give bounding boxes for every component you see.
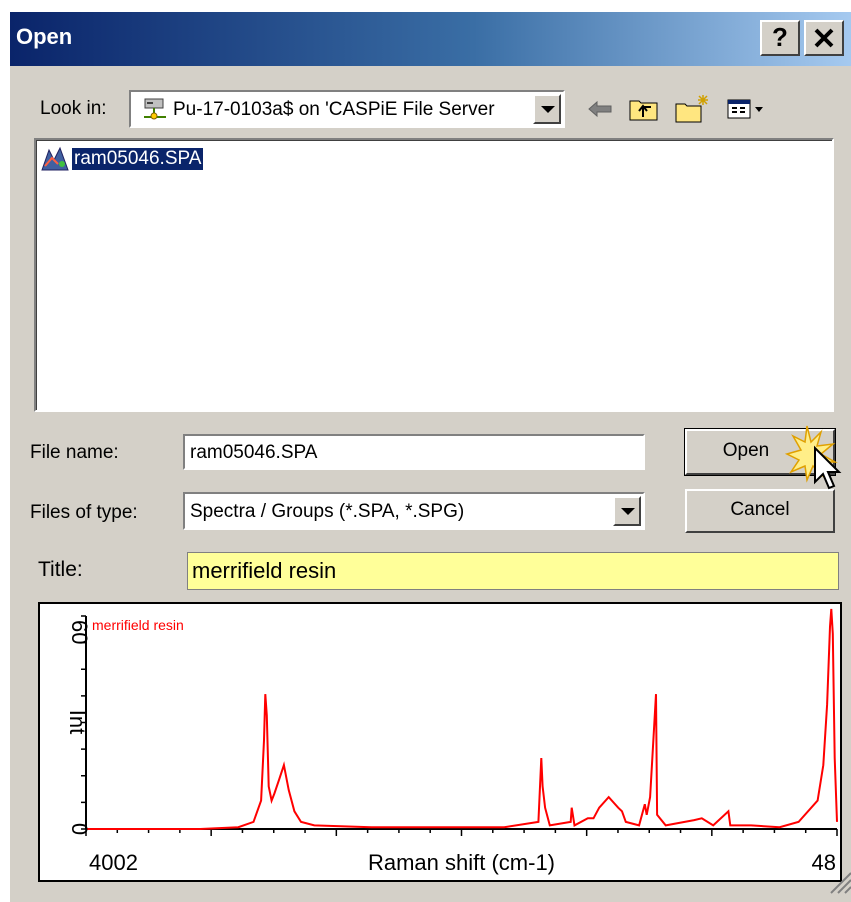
back-arrow-icon[interactable]	[583, 92, 617, 126]
title-label: Title:	[38, 558, 83, 581]
close-button[interactable]	[804, 20, 844, 56]
title-bar[interactable]: Open ?	[10, 12, 851, 66]
view-menu-icon[interactable]	[724, 92, 768, 126]
new-folder-icon[interactable]	[673, 92, 713, 126]
file-name-label: File name:	[30, 442, 119, 463]
spectrum-file-icon	[41, 146, 69, 171]
file-type-value: Spectra / Groups (*.SPA, *.SPG)	[190, 501, 465, 522]
cancel-button-label: Cancel	[730, 499, 790, 520]
dialog-title: Open	[16, 24, 73, 49]
look-in-combo[interactable]: Pu-17-0103a$ on 'CASPiE File Server	[129, 90, 565, 128]
title-field[interactable]: merrifield resin	[187, 552, 839, 590]
up-folder-icon[interactable]	[627, 92, 661, 126]
spectrum-preview: merrifield resin 4002 48 Raman shift (cm-1)…	[38, 602, 842, 882]
look-in-dropdown-button[interactable]	[533, 94, 561, 124]
y-axis-title: Int	[65, 710, 90, 734]
network-drive-icon	[144, 98, 166, 120]
file-type-label: Files of type:	[30, 502, 138, 523]
file-list[interactable]: ram05046.SPA	[34, 138, 834, 412]
x-tick-label: 4002	[89, 850, 138, 875]
open-dialog: Open ? Look in: Pu-17-0103a$ on 'CASPiE …	[8, 10, 851, 902]
spectrum-chart: merrifield resin4002 48Raman shift (cm-1)…	[65, 608, 838, 875]
x-axis-title: Raman shift (cm-1)	[368, 850, 555, 875]
look-in-label: Look in:	[40, 98, 107, 119]
file-name-field[interactable]: ram05046.SPA	[183, 434, 645, 470]
y-tick-label: 0	[67, 823, 92, 835]
cursor-icon	[785, 425, 842, 490]
file-list-item-name[interactable]: ram05046.SPA	[70, 147, 205, 171]
look-in-value: Pu-17-0103a$ on 'CASPiE File Server	[173, 99, 495, 120]
close-icon	[814, 28, 834, 48]
title-value: merrifield resin	[192, 558, 337, 583]
y-tick-label: 60	[67, 620, 92, 644]
file-type-combo[interactable]: Spectra / Groups (*.SPA, *.SPG)	[183, 492, 645, 530]
help-button[interactable]: ?	[760, 20, 800, 56]
file-type-dropdown-button[interactable]	[613, 496, 641, 526]
file-name-value: ram05046.SPA	[190, 442, 318, 463]
resize-grip-icon[interactable]	[826, 868, 851, 894]
legend-label: merrifield resin	[92, 617, 184, 633]
spectrum-line	[86, 608, 838, 830]
open-button-label: Open	[722, 440, 770, 461]
